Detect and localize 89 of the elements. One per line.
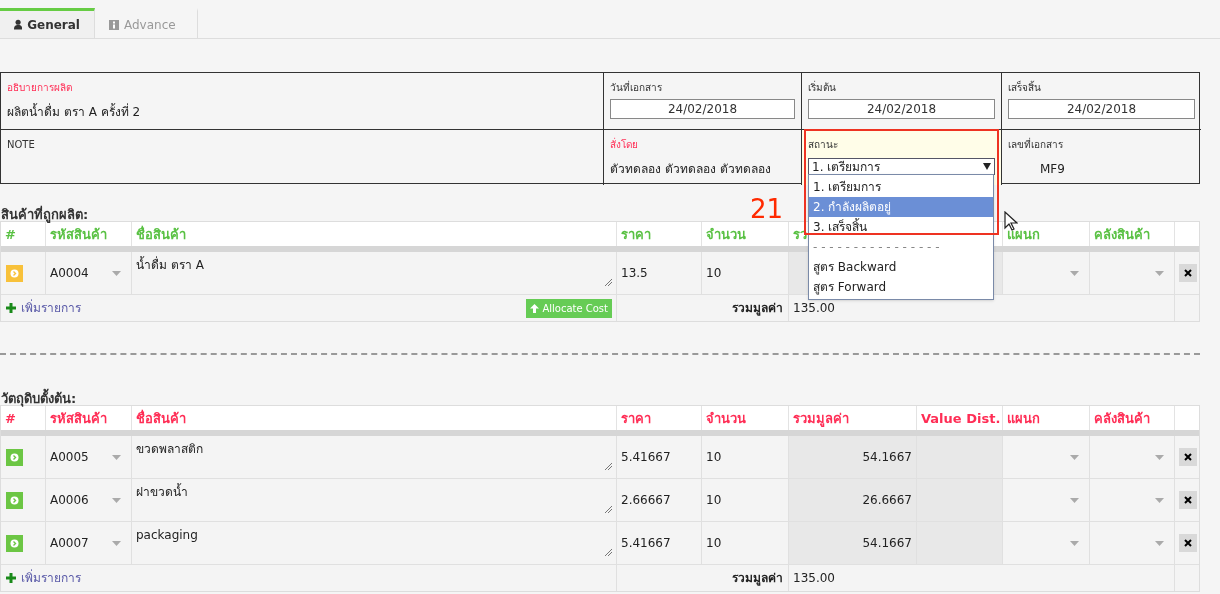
total-cell: 26.6667 xyxy=(788,479,916,521)
total-label: รวมมูลค่า xyxy=(732,300,783,317)
column-header: แผนก xyxy=(1007,411,1040,426)
caret-icon xyxy=(1070,454,1079,460)
field-value: MF9 xyxy=(1039,161,1066,178)
add-item-link[interactable]: เพิ่มรายการ xyxy=(6,299,81,317)
resize-grip-icon[interactable] xyxy=(605,506,612,513)
column-header: แผนก xyxy=(1007,227,1040,242)
date-field[interactable]: 24/02/2018 xyxy=(610,99,795,119)
dropdown-option[interactable]: 3. เสร็จสิ้น xyxy=(809,217,993,237)
column-header: ชื่อสินค้า xyxy=(136,227,186,242)
resize-grip-icon[interactable] xyxy=(605,549,612,556)
field-label: เริ่มต้น xyxy=(808,81,837,95)
caret-icon xyxy=(1070,540,1079,546)
delete-button[interactable] xyxy=(1179,264,1197,282)
grand-total: 135.00 xyxy=(793,570,835,587)
total-cell: 54.1667 xyxy=(788,522,916,564)
column-header: รวมมูลค่า xyxy=(793,411,849,426)
column-header: ราคา xyxy=(621,411,651,426)
arrow-up-icon xyxy=(530,303,540,313)
field-value: ตัวทดลอง ตัวทดลอง ตัวทดลอง xyxy=(610,161,772,178)
column-header: รหัสสินค้า xyxy=(50,411,107,426)
caret-icon xyxy=(1155,270,1164,276)
caret-icon xyxy=(1070,497,1079,503)
field-label: วันที่เอกสาร xyxy=(610,81,663,95)
product-code-select[interactable]: A0005 xyxy=(45,436,131,478)
tab[interactable]: General xyxy=(0,8,95,38)
field-label: เสร็จสิ้น xyxy=(1008,81,1042,95)
total-cell: 54.1667 xyxy=(788,436,916,478)
price-cell: 13.5 xyxy=(616,252,701,294)
price-cell: 5.41667 xyxy=(616,522,701,564)
caret-icon xyxy=(112,497,121,503)
column-header: จำนวน xyxy=(706,227,746,242)
dropdown-option[interactable]: สูตร Backward xyxy=(809,257,993,277)
price-cell: 2.66667 xyxy=(616,479,701,521)
column-header: # xyxy=(5,411,16,426)
field-label: NOTE xyxy=(7,138,36,152)
caret-icon xyxy=(1155,454,1164,460)
date-field[interactable]: 24/02/2018 xyxy=(808,99,995,119)
delete-button[interactable] xyxy=(1179,534,1197,552)
column-header: # xyxy=(5,227,16,242)
field-label: สั่งโดย xyxy=(610,138,639,152)
user-icon xyxy=(14,19,23,30)
field-label: สถานะ xyxy=(808,138,839,152)
product-code-select[interactable]: A0007 xyxy=(45,522,131,564)
product-code-select[interactable]: A0006 xyxy=(45,479,131,521)
separator-line: - - - - - - - - - - - - - - - - xyxy=(812,239,941,256)
column-header: Value Dist. xyxy=(921,411,1001,426)
plus-icon xyxy=(6,303,16,313)
delete-button[interactable] xyxy=(1179,491,1197,509)
annotation-number: 21 xyxy=(750,194,784,224)
close-icon xyxy=(1184,539,1192,547)
add-item-link[interactable]: เพิ่มรายการ xyxy=(6,569,81,587)
close-icon xyxy=(1184,496,1192,504)
column-header: ราคา xyxy=(621,227,651,242)
product-name-field[interactable]: packaging xyxy=(131,522,616,564)
delete-button[interactable] xyxy=(1179,448,1197,466)
column-header: รหัสสินค้า xyxy=(50,227,107,242)
info-icon xyxy=(109,19,119,30)
caret-icon xyxy=(1070,270,1079,276)
product-name-field[interactable]: ฝาขวดน้ำ xyxy=(131,479,616,521)
caret-icon xyxy=(1155,497,1164,503)
date-field[interactable]: 24/02/2018 xyxy=(1008,99,1195,119)
close-icon xyxy=(1184,269,1192,277)
caret-icon xyxy=(112,270,121,276)
field-label: เลขที่เอกสาร xyxy=(1008,138,1064,152)
dropdown-option[interactable]: 1. เตรียมการ xyxy=(809,177,993,197)
plus-icon xyxy=(6,573,16,583)
product-name-field[interactable]: ขวดพลาสติก xyxy=(131,436,616,478)
price-cell: 5.41667 xyxy=(616,436,701,478)
product-code-select[interactable]: A0004 xyxy=(45,252,131,294)
resize-grip-icon[interactable] xyxy=(605,463,612,470)
caret-icon xyxy=(112,454,121,460)
column-header: จำนวน xyxy=(706,411,746,426)
grand-total: 135.00 xyxy=(793,300,835,317)
column-header: คลังสินค้า xyxy=(1094,227,1150,242)
column-header: คลังสินค้า xyxy=(1094,411,1150,426)
field-value: ผลิตน้ำดื่ม ตรา A ครั้งที่ 2 xyxy=(7,103,142,121)
total-label: รวมมูลค่า xyxy=(732,570,783,587)
column-header: ชื่อสินค้า xyxy=(136,411,186,426)
caret-icon xyxy=(112,540,121,546)
caret-icon xyxy=(1155,540,1164,546)
caret-icon xyxy=(983,163,991,170)
field-label: อธิบายการผลิต xyxy=(7,81,73,95)
close-icon xyxy=(1184,453,1192,461)
dropdown-option[interactable]: สูตร Forward xyxy=(809,277,993,297)
product-name-field[interactable]: น้ำดื่ม ตรา A xyxy=(131,252,616,294)
section-title: สินค้าที่ถูกผลิต: xyxy=(0,207,89,222)
resize-grip-icon[interactable] xyxy=(605,279,612,286)
